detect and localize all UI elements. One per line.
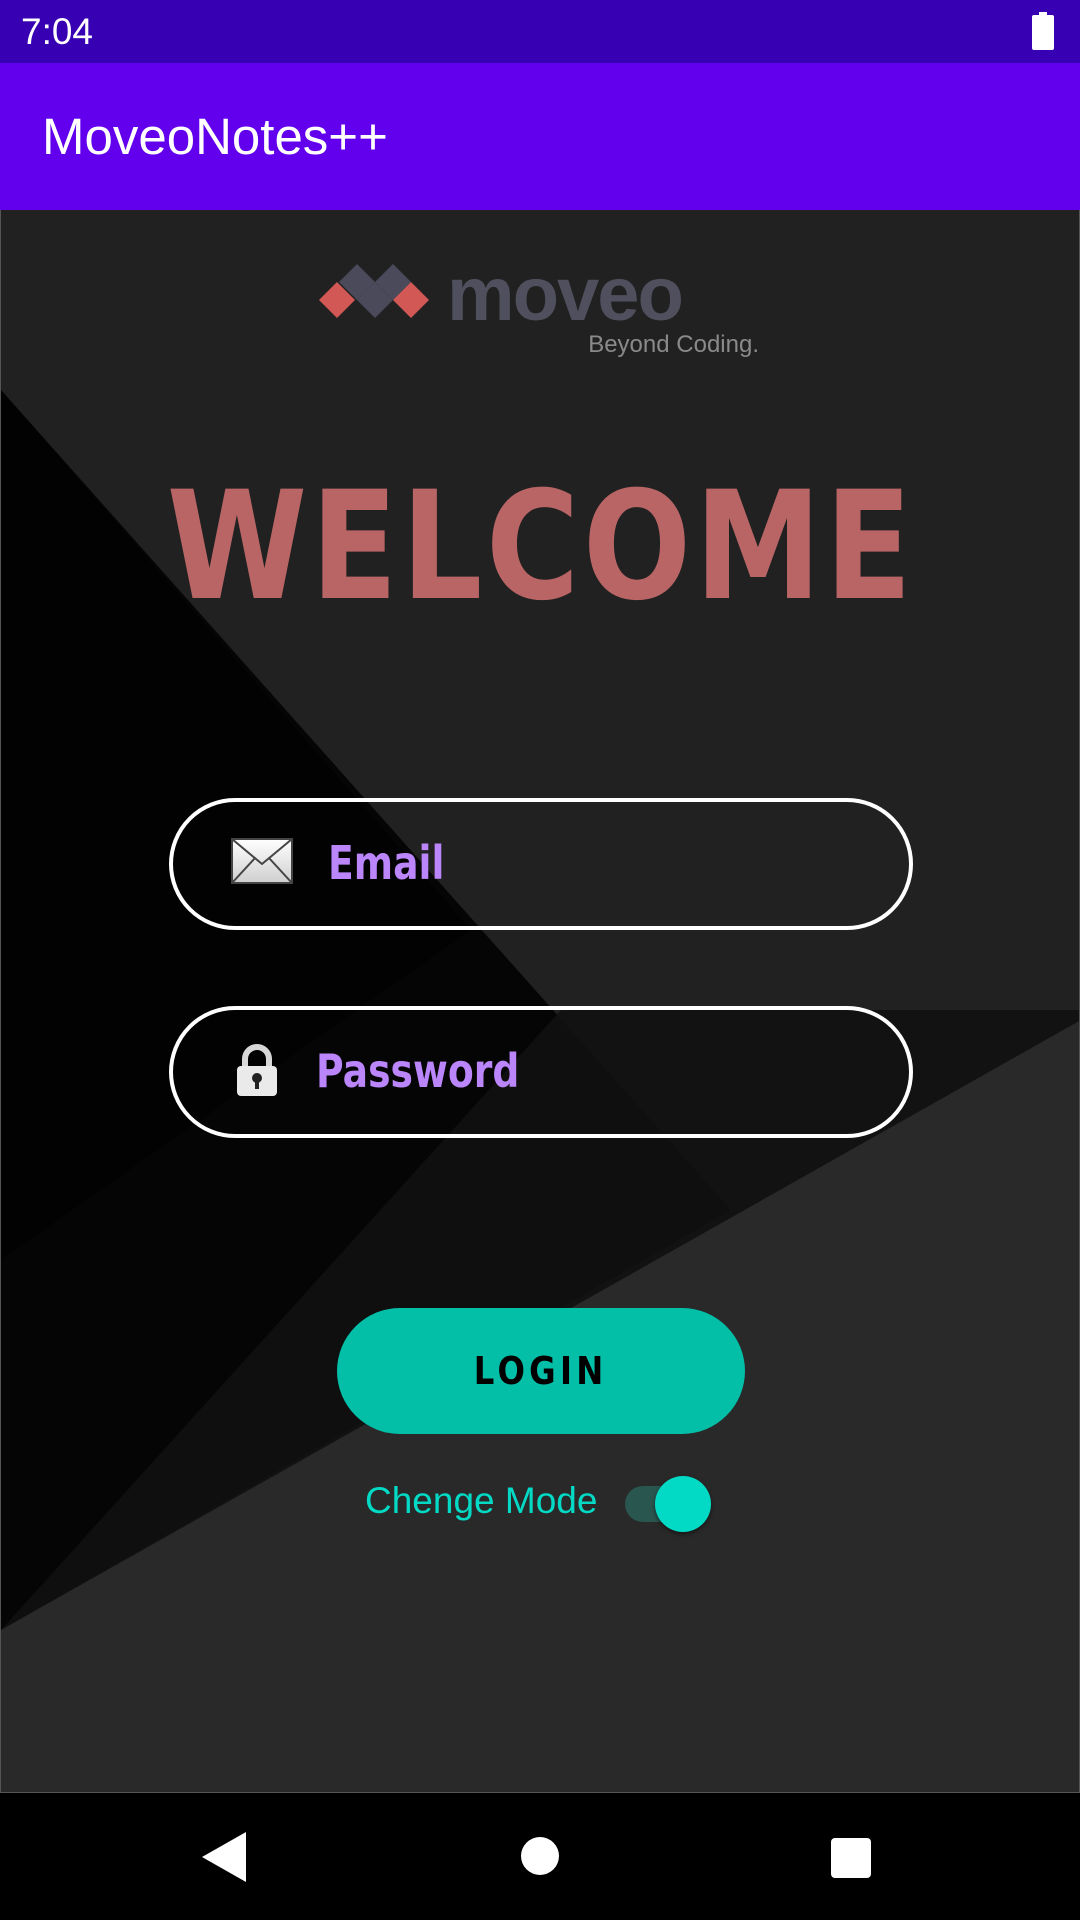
login-screen: moveo Beyond Coding. WELCOME Email Passw… bbox=[0, 210, 1080, 1793]
logo-wordmark: moveo bbox=[447, 262, 682, 337]
toggle-thumb bbox=[655, 1476, 711, 1532]
app-bar: MoveoNotes++ bbox=[0, 63, 1080, 210]
login-button[interactable]: LOGIN bbox=[337, 1308, 745, 1434]
recents-square-icon[interactable] bbox=[831, 1838, 871, 1878]
password-field[interactable]: Password bbox=[169, 1006, 913, 1138]
battery-full-icon bbox=[1032, 12, 1054, 50]
background-graphic bbox=[1, 210, 1079, 1792]
status-time: 7:04 bbox=[21, 11, 94, 52]
home-circle-icon[interactable] bbox=[521, 1837, 559, 1875]
back-triangle-icon[interactable] bbox=[202, 1832, 246, 1882]
login-button-label: LOGIN bbox=[474, 1349, 608, 1393]
status-bar: 7:04 bbox=[0, 0, 1080, 63]
change-mode-label: Chenge Mode bbox=[365, 1480, 598, 1521]
navigation-bar bbox=[0, 1794, 1080, 1920]
app-title: MoveoNotes++ bbox=[42, 108, 388, 165]
welcome-heading: WELCOME bbox=[166, 460, 916, 634]
change-mode-toggle[interactable] bbox=[621, 1474, 711, 1534]
password-placeholder: Password bbox=[316, 1044, 520, 1098]
email-field[interactable]: Email bbox=[169, 798, 913, 930]
envelope-icon bbox=[231, 838, 293, 884]
logo-tagline: Beyond Coding. bbox=[588, 331, 759, 358]
lock-icon bbox=[237, 1044, 277, 1096]
moveo-logo: moveo Beyond Coding. bbox=[319, 262, 759, 358]
email-placeholder: Email bbox=[328, 836, 445, 890]
